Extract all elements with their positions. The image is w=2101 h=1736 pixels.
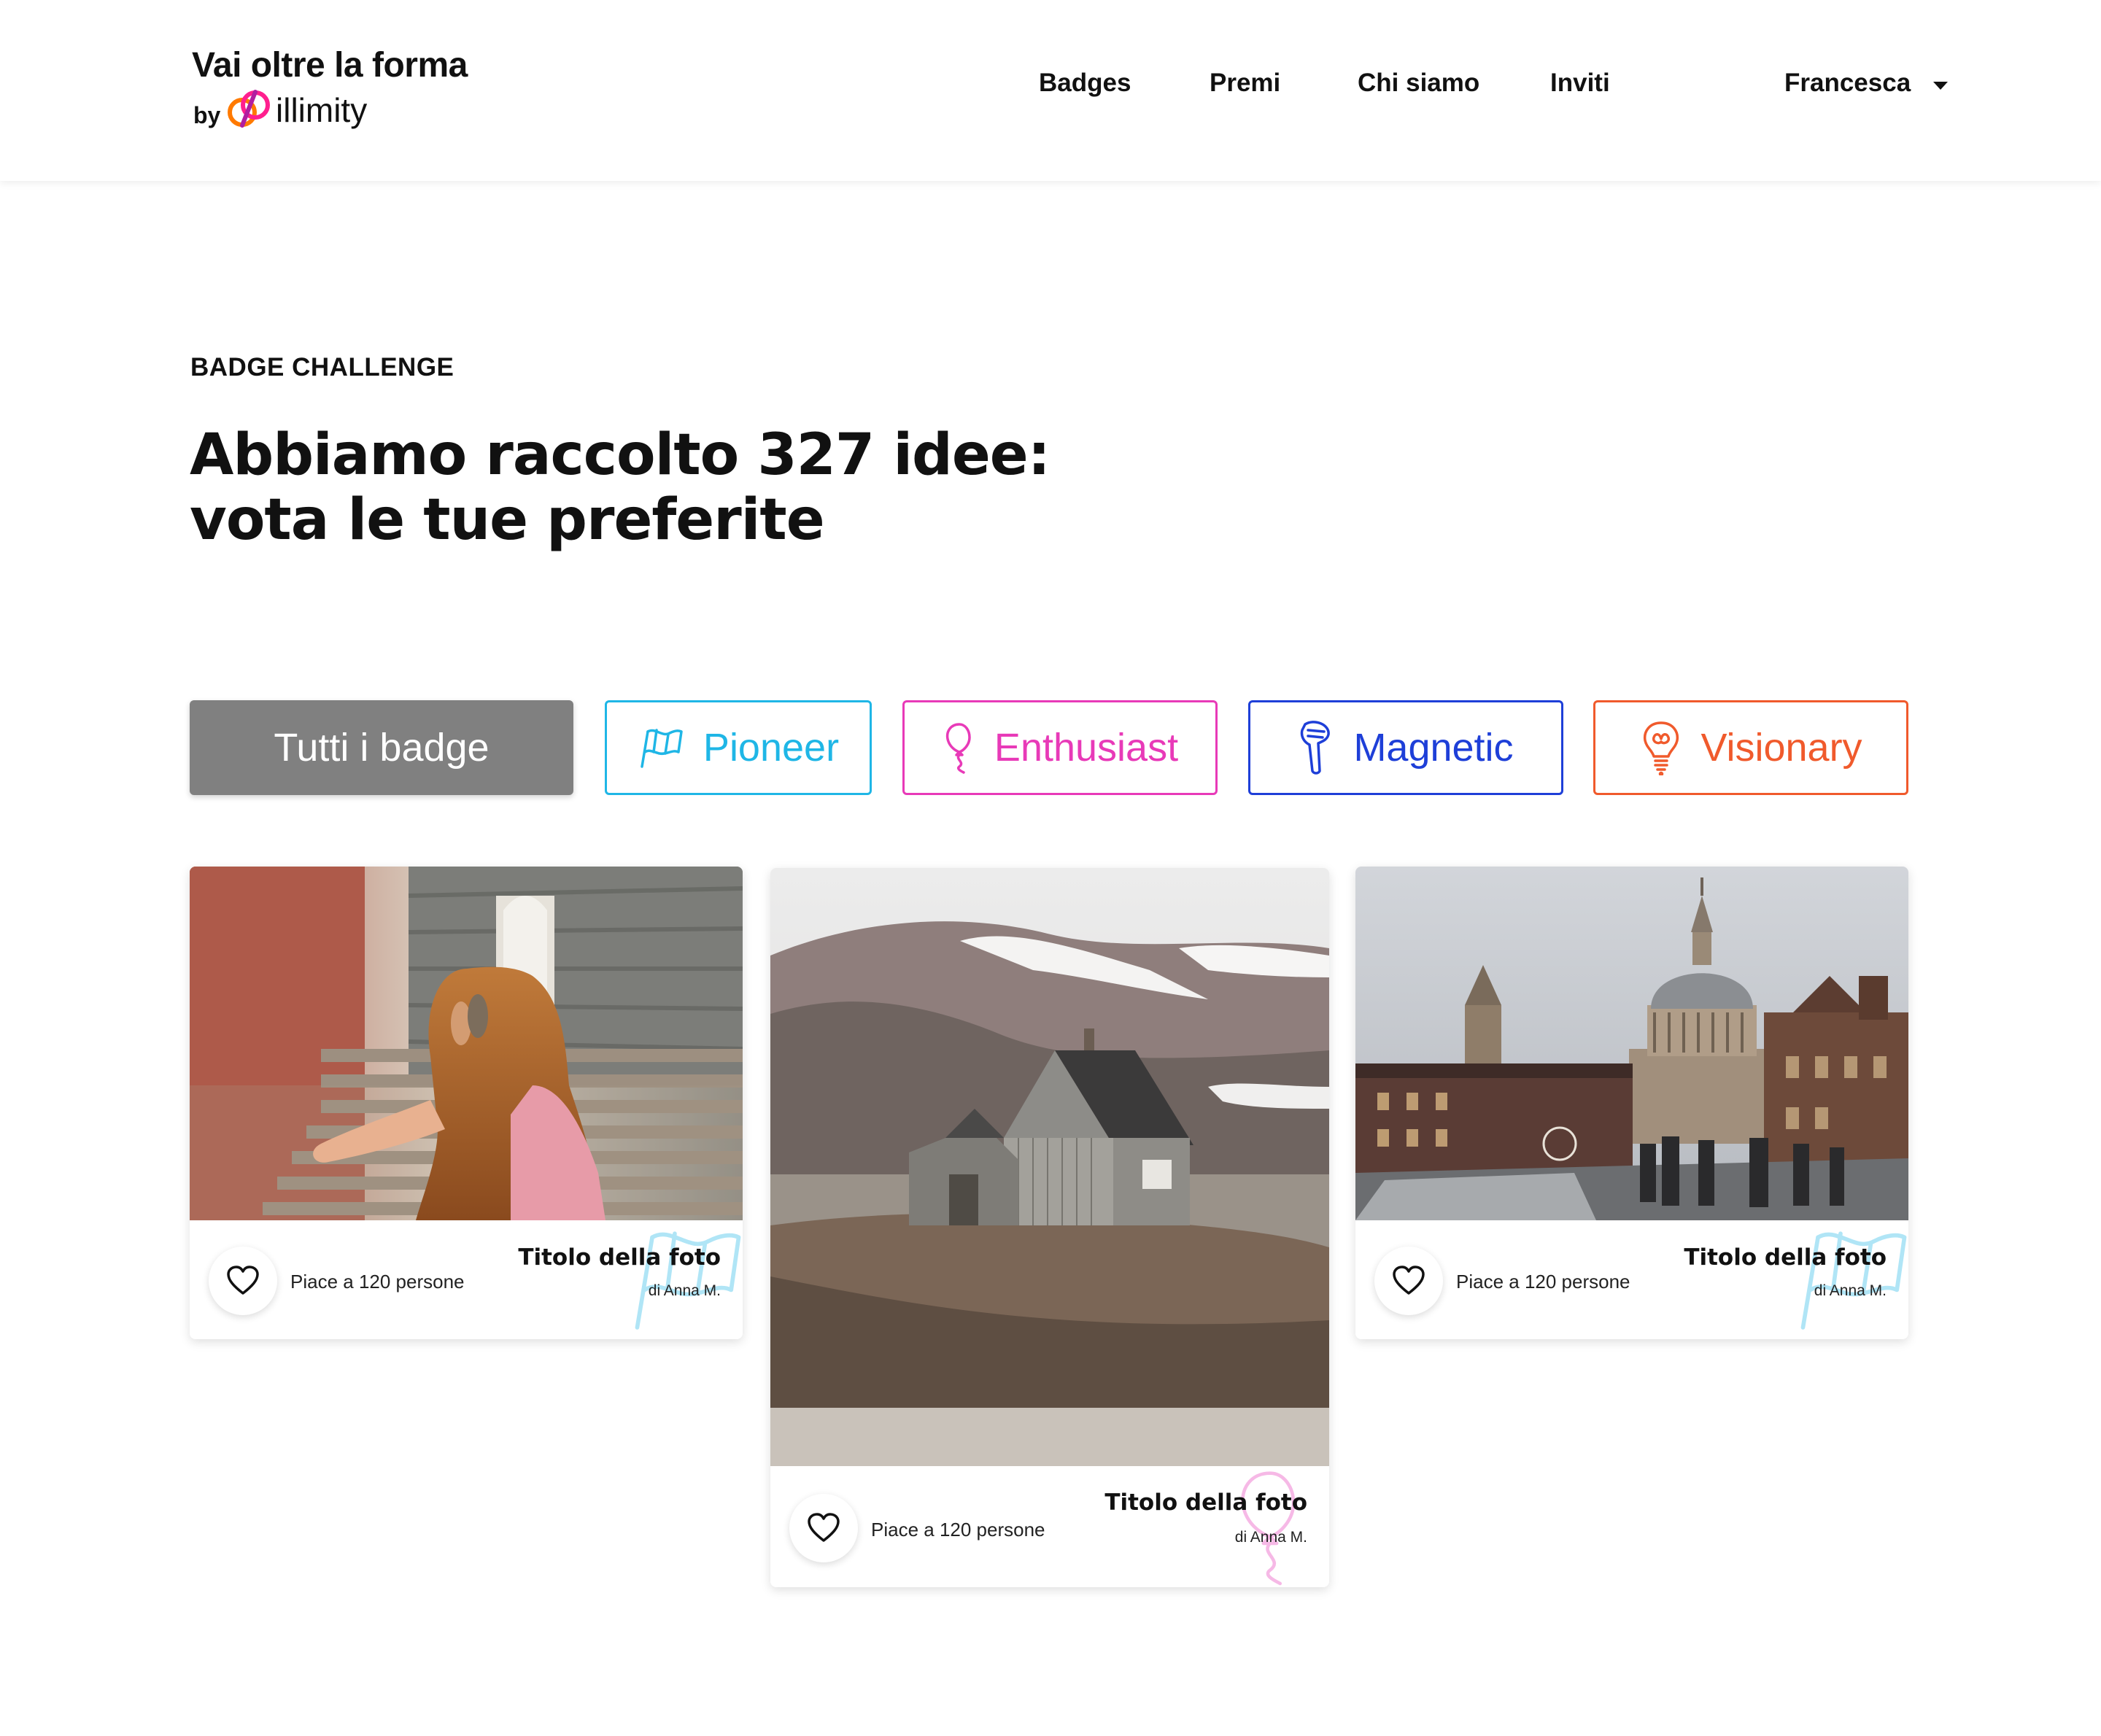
girl-on-stairs-photo (190, 867, 743, 1220)
card-photo[interactable] (770, 868, 1329, 1466)
filter-label: Pioneer (703, 726, 840, 770)
nav-premi[interactable]: Premi (1210, 69, 1280, 98)
card-photo[interactable] (190, 867, 743, 1220)
photo-card[interactable]: Piace a 120 persone Titolo della foto di… (770, 868, 1329, 1587)
filter-label: Tutti i badge (274, 726, 490, 770)
logo-title[interactable]: Vai oltre la forma (192, 45, 468, 85)
nav-inviti[interactable]: Inviti (1550, 69, 1610, 98)
london-skyline-photo (1355, 867, 1908, 1220)
logo-brand: illimity (276, 91, 368, 129)
nav-chi-siamo[interactable]: Chi siamo (1358, 69, 1479, 98)
logo-by: by (193, 102, 221, 128)
like-count: Piace a 120 persone (290, 1271, 465, 1293)
card-author: di Anna M. (1814, 1282, 1887, 1299)
like-button[interactable] (1374, 1247, 1443, 1315)
filter-visionary[interactable]: Visionary (1593, 700, 1908, 795)
page-title-line-2: vota le tue preferite (190, 487, 825, 553)
like-count: Piace a 120 persone (871, 1519, 1045, 1541)
card-author: di Anna M. (1234, 1529, 1307, 1546)
filter-enthusiast[interactable]: Enthusiast (902, 700, 1218, 795)
flag-icon (635, 1231, 741, 1330)
site-header: Vai oltre la forma by illimity Badges Pr… (0, 0, 2101, 181)
filter-pioneer[interactable]: Pioneer (605, 700, 872, 795)
section-eyebrow: BADGE CHALLENGE (190, 353, 454, 381)
chevron-down-icon[interactable] (1933, 82, 1948, 90)
filter-label: Magnetic (1353, 726, 1514, 770)
flag-icon (1800, 1231, 1907, 1330)
card-title: Titolo della foto (1104, 1489, 1307, 1516)
like-button[interactable] (209, 1247, 277, 1315)
photo-card[interactable]: Piace a 120 persone Titolo della foto di… (190, 867, 743, 1339)
filter-label: Enthusiast (994, 726, 1179, 770)
heart-icon (1393, 1266, 1425, 1295)
nav-badges[interactable]: Badges (1039, 69, 1131, 98)
photo-card[interactable]: Piace a 120 persone Titolo della foto di… (1355, 867, 1908, 1339)
user-menu[interactable]: Francesca (1784, 69, 1911, 98)
like-button[interactable] (789, 1494, 858, 1562)
like-count: Piace a 120 persone (1456, 1271, 1630, 1293)
flag-icon (641, 729, 683, 768)
heart-icon (227, 1266, 259, 1295)
balloon-icon (1241, 1471, 1296, 1586)
wooden-house-photo (770, 868, 1329, 1466)
card-photo[interactable] (1355, 867, 1908, 1220)
lightbulb-icon (1644, 721, 1679, 775)
filter-magnetic[interactable]: Magnetic (1248, 700, 1563, 795)
page-title-line-1: Abbiamo raccolto 327 idee: (190, 422, 1050, 488)
card-title: Titolo della foto (518, 1244, 721, 1271)
filter-label: Visionary (1700, 726, 1862, 770)
filter-all-badges[interactable]: Tutti i badge (190, 700, 573, 795)
heart-icon (808, 1513, 840, 1542)
illimity-logo-icon (228, 90, 270, 128)
card-title: Titolo della foto (1684, 1244, 1887, 1271)
balloon-icon (945, 723, 971, 774)
magnet-icon (1301, 721, 1331, 775)
page-title: Abbiamo raccolto 327 idee: vota le tue p… (190, 423, 1211, 553)
card-author: di Anna M. (648, 1282, 721, 1299)
